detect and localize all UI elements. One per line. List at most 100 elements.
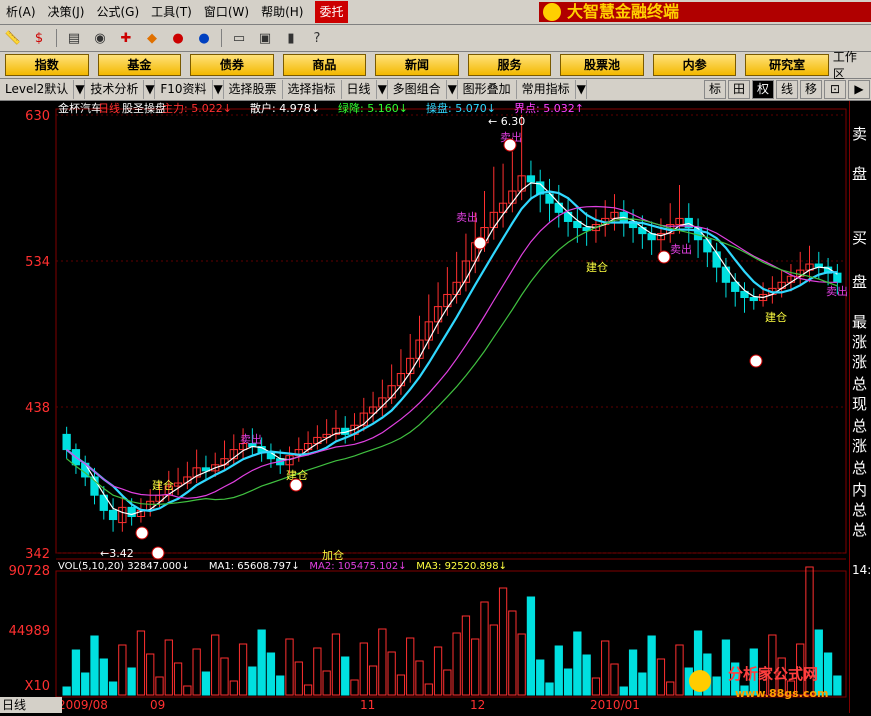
- quote-label: 涨: [852, 353, 868, 371]
- subbar-item[interactable]: 图形叠加: [458, 80, 517, 99]
- chart-title-item: 界点: 5.032↑: [514, 102, 584, 115]
- menu-item[interactable]: 委托: [315, 1, 348, 23]
- view-toggle-button[interactable]: 标: [704, 80, 726, 99]
- volume-bar: [591, 677, 601, 696]
- quote-label: 总: [852, 501, 868, 519]
- smiley-signal-icon: [503, 138, 517, 152]
- volume-bar: [647, 635, 656, 696]
- subbar-item[interactable]: 选择指标: [283, 80, 342, 99]
- subbar-item[interactable]: 常用指标: [517, 80, 576, 99]
- volume-title-item: MA1: 65608.797↓: [209, 561, 300, 572]
- circle-red-icon[interactable]: ●: [167, 28, 189, 48]
- candle-body: [62, 433, 71, 451]
- volume-bar: [638, 672, 647, 696]
- low-label: ←3.42: [100, 547, 134, 560]
- menu-item[interactable]: 析(A): [0, 1, 42, 23]
- status-period[interactable]: 日线: [0, 697, 62, 713]
- nav-button[interactable]: 新闻: [375, 54, 459, 76]
- puzzle-icon[interactable]: ✚: [115, 28, 137, 48]
- quote-label: 现: [852, 395, 868, 413]
- kline-chart[interactable]: 630 534 438 342 90728 44989 X10 2009/08 09 11 12 20…: [0, 101, 849, 713]
- volume-bar: [108, 681, 118, 696]
- subbar-item[interactable]: Level2默认: [0, 80, 75, 99]
- nav-bar: 指数 基金 债券 商品 新闻 服务 股票池 内参 研究室 工作区: [0, 50, 871, 81]
- menu-item[interactable]: 公式(G): [90, 1, 145, 23]
- add-signal: 加仓: [322, 548, 344, 562]
- workspace-label[interactable]: 工作区: [833, 48, 871, 82]
- volume-bar: [322, 670, 331, 696]
- volume-bar: [303, 684, 313, 696]
- view-toggle-button[interactable]: 权: [752, 80, 774, 99]
- volume-bar: [443, 669, 452, 696]
- candle-body: [127, 506, 136, 517]
- price-tick: 342: [25, 547, 50, 562]
- nav-button[interactable]: 指数: [5, 54, 89, 76]
- volume-bar: [341, 656, 350, 696]
- view-toggle-button[interactable]: ▶: [848, 80, 870, 99]
- dropdown-arrow-icon[interactable]: ▼: [377, 80, 388, 99]
- menu-item[interactable]: 窗口(W): [198, 1, 255, 23]
- quote-label: 总: [852, 521, 868, 539]
- quote-label: 盘: [852, 273, 868, 291]
- window-icon[interactable]: ▣: [254, 28, 276, 48]
- circle-blue-icon[interactable]: ●: [193, 28, 215, 48]
- watermark-text: 分析家公式网: [728, 665, 818, 683]
- menu-item[interactable]: 帮助(H): [255, 1, 309, 23]
- volume-bar: [136, 630, 146, 696]
- date-tick: 09: [150, 698, 165, 712]
- quote-label: 买: [852, 229, 868, 247]
- volume-bar: [452, 632, 461, 696]
- price-tick: 438: [25, 401, 50, 416]
- bar-icon[interactable]: ▮: [280, 28, 302, 48]
- binocular-icon[interactable]: ◉: [89, 28, 111, 48]
- toolbar-separator: [56, 29, 57, 47]
- nav-button[interactable]: 股票池: [560, 54, 644, 76]
- menu-item[interactable]: 工具(T): [145, 1, 198, 23]
- volume-tick: 90728: [9, 564, 50, 579]
- dollar-icon[interactable]: $: [28, 28, 50, 48]
- high-label: ← 6.30: [488, 115, 525, 128]
- subbar-item[interactable]: 日线: [342, 80, 377, 99]
- nav-button[interactable]: 服务: [467, 54, 552, 76]
- subbar-item[interactable]: 多图组合: [388, 80, 447, 99]
- dropdown-arrow-icon[interactable]: ▼: [213, 80, 224, 99]
- volume-bar: [81, 672, 90, 696]
- subbar-item[interactable]: 技术分析: [85, 80, 145, 99]
- candle-body: [526, 175, 536, 183]
- build-signal: 建仓: [152, 478, 174, 492]
- dropdown-arrow-icon[interactable]: ▼: [447, 80, 458, 99]
- candle-body: [721, 266, 731, 283]
- subbar-item[interactable]: 选择股票: [224, 80, 283, 99]
- dropdown-arrow-icon[interactable]: ▼: [74, 80, 86, 99]
- dropdown-arrow-icon[interactable]: ▼: [144, 80, 156, 99]
- view-toggle-button[interactable]: 移: [800, 80, 822, 99]
- ruler-icon[interactable]: 📏: [2, 28, 24, 48]
- nav-button[interactable]: 商品: [282, 54, 367, 76]
- nav-button[interactable]: 债券: [190, 54, 274, 76]
- volume-bar: [359, 642, 368, 696]
- arrow-diamond-icon[interactable]: ◆: [141, 28, 163, 48]
- help-cursor-icon[interactable]: ?: [306, 28, 328, 48]
- volume-bar: [628, 649, 638, 696]
- volume-bar: [536, 659, 545, 696]
- view-toggle-button[interactable]: 田: [728, 80, 750, 99]
- ma-magenta-line: [66, 205, 838, 499]
- view-toggle-button[interactable]: ⊡: [824, 80, 846, 99]
- nav-button[interactable]: 研究室: [745, 54, 829, 76]
- date-tick: 2010/01: [590, 698, 640, 712]
- date-tick: 2009/08: [58, 698, 108, 712]
- volume-bar: [211, 634, 220, 696]
- volume-bar: [387, 651, 396, 696]
- menu-item[interactable]: 决策(J): [42, 1, 91, 23]
- volume-bar: [656, 658, 666, 696]
- subbar-item[interactable]: F10资料: [155, 80, 213, 99]
- nav-button[interactable]: 基金: [97, 54, 182, 76]
- date-tick: 12: [470, 698, 485, 712]
- chart-area[interactable]: 630 534 438 342 90728 44989 X10 2009/08 09 11 12 20…: [0, 101, 849, 713]
- list-icon[interactable]: ▤: [63, 28, 85, 48]
- dropdown-arrow-icon[interactable]: ▼: [576, 80, 587, 99]
- doc-icon[interactable]: ▭: [228, 28, 250, 48]
- view-toggle-button[interactable]: 线: [776, 80, 798, 99]
- quote-label: 涨: [852, 333, 868, 351]
- nav-button[interactable]: 内参: [652, 54, 737, 76]
